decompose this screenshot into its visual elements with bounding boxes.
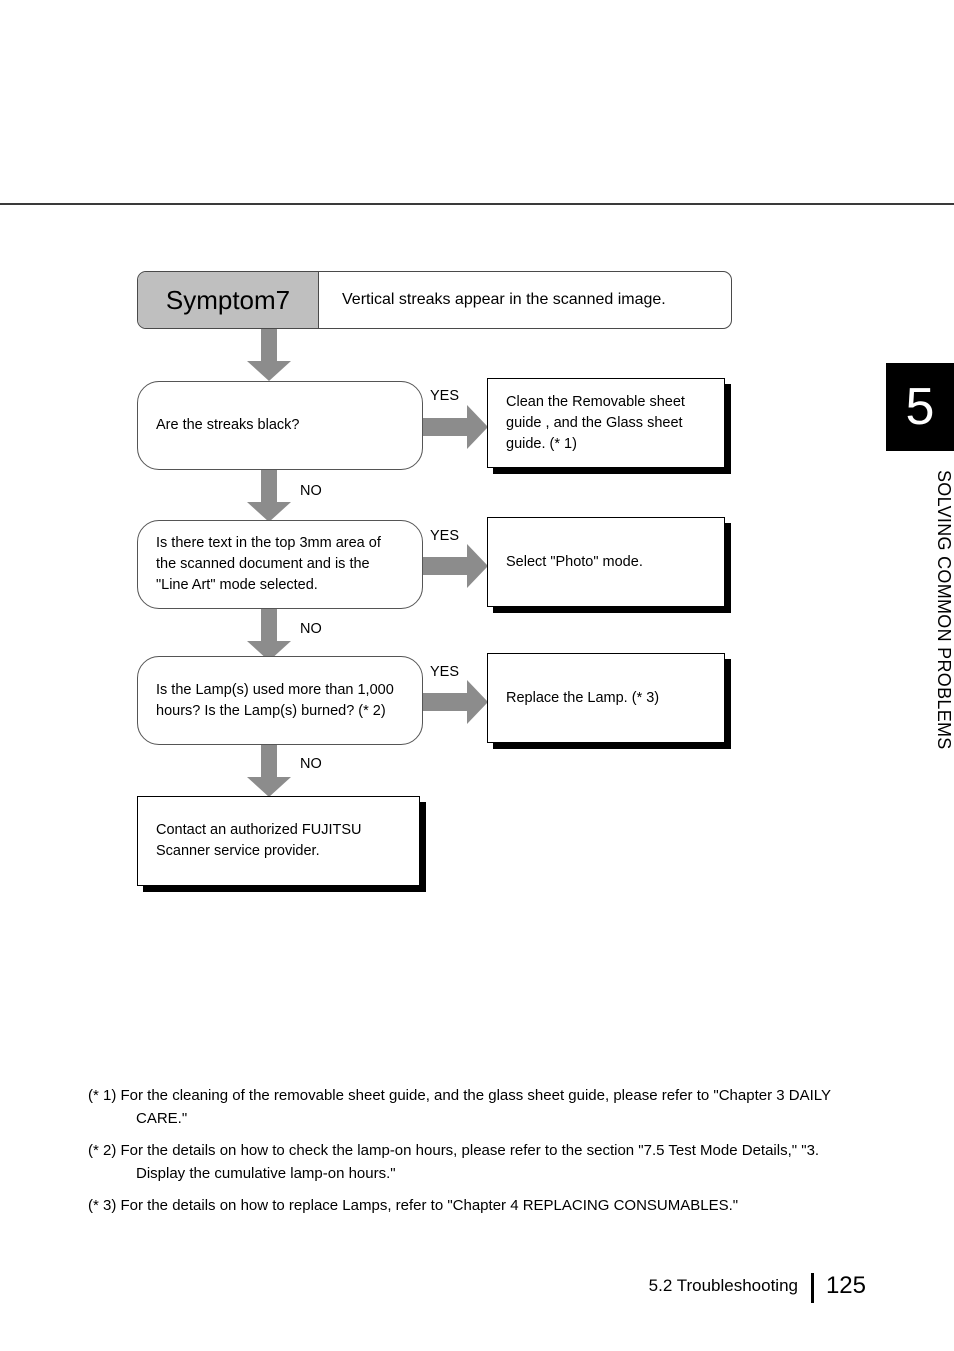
arrow-down-to-decision-2 [247, 470, 291, 522]
decision-box-3: Is the Lamp(s) used more than 1,000 hour… [137, 656, 423, 745]
chapter-tab: 5 [886, 363, 954, 451]
chapter-number: 5 [905, 378, 935, 436]
footnote-1: (* 1) For the cleaning of the removable … [88, 1087, 831, 1127]
footer-section-title: 5.2 Troubleshooting [648, 1276, 798, 1295]
arrow-down-to-final [247, 745, 291, 797]
symptom-header: Symptom7 Vertical streaks appear in the … [137, 271, 732, 329]
footnote-3: (* 3) For the details on how to replace … [88, 1197, 739, 1214]
final-action-box: Contact an authorized FUJITSU Scanner se… [137, 796, 420, 886]
arrow-down-to-decision-1 [247, 329, 291, 381]
symptom-description: Vertical streaks appear in the scanned i… [342, 291, 666, 308]
branch-label-yes-3: YES [430, 664, 460, 680]
branch-label-no-3: NO [300, 756, 322, 772]
arrow-right-to-action-2 [423, 544, 488, 588]
decision-box-3-text: Is the Lamp(s) used more than 1,000 hour… [156, 681, 394, 719]
action-box-2-text: Select "Photo" mode. [506, 553, 643, 570]
action-box-3-text: Replace the Lamp. (* 3) [506, 689, 660, 706]
page-footer: 5.2 Troubleshooting 125 [0, 1271, 954, 1311]
action-box-1: Clean the Removable sheet guide , and th… [487, 378, 725, 468]
branch-label-no-1: NO [300, 483, 322, 499]
branch-label-no-2: NO [300, 621, 322, 637]
decision-box-1-text: Are the streaks black? [156, 417, 300, 433]
branch-label-yes-2: YES [430, 528, 460, 544]
footer-page-number: 125 [825, 1272, 866, 1299]
final-action-box-text: Contact an authorized FUJITSU Scanner se… [156, 822, 362, 859]
branch-label-yes-1: YES [430, 388, 460, 404]
arrow-down-to-decision-3 [247, 609, 291, 661]
footnotes: (* 1) For the cleaning of the removable … [88, 1084, 848, 1226]
decision-box-2: Is there text in the top 3mm area of the… [137, 520, 423, 609]
action-box-2: Select "Photo" mode. [487, 517, 725, 607]
decision-box-2-text: Is there text in the top 3mm area of the… [156, 535, 381, 593]
arrow-right-to-action-3 [423, 680, 488, 724]
chapter-title-vertical: SOLVING COMMON PROBLEMS [934, 470, 954, 750]
action-box-3: Replace the Lamp. (* 3) [487, 653, 725, 743]
arrow-right-to-action-1 [423, 405, 488, 449]
action-box-1-text: Clean the Removable sheet guide , and th… [506, 393, 685, 452]
footnote-2: (* 2) For the details on how to check th… [88, 1142, 820, 1182]
decision-box-1: Are the streaks black? [137, 381, 423, 470]
header-rule [0, 203, 954, 205]
footer-divider [811, 1273, 814, 1303]
symptom-title: Symptom7 [138, 272, 319, 328]
